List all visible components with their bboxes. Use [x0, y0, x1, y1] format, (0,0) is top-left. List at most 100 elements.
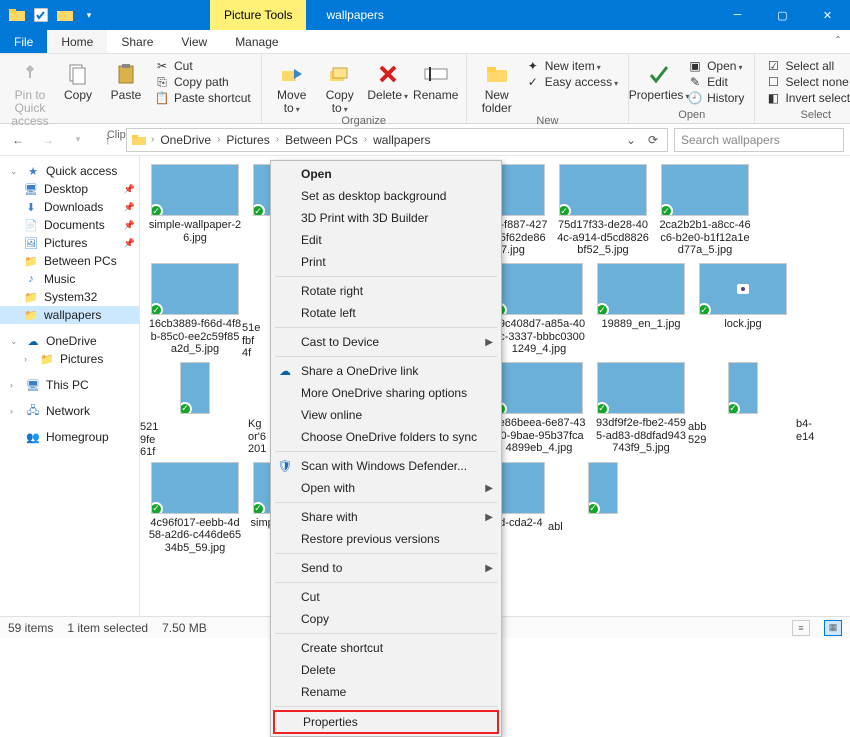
tab-file[interactable]: File	[0, 30, 47, 53]
search-input[interactable]: Search wallpapers	[674, 128, 844, 152]
cm-rotate-left[interactable]: Rotate left	[271, 302, 501, 324]
move-to-button[interactable]: Move to	[270, 58, 314, 115]
file-item[interactable]: ✓9e86beea-6e87-4370-9bae-95b37fca4899eb_…	[492, 362, 586, 456]
forward-button[interactable]: →	[36, 128, 60, 152]
tab-home[interactable]: Home	[47, 30, 107, 53]
sidebar-item-documents[interactable]: 📄Documents📌	[0, 216, 139, 234]
easy-access-button[interactable]: ✓Easy access	[523, 74, 620, 90]
refresh-icon[interactable]: ⟳	[643, 133, 663, 147]
details-view-toggle[interactable]: ≡	[792, 620, 810, 636]
sidebar-item-homegroup[interactable]: 👥Homegroup	[0, 428, 139, 446]
sidebar-item-downloads[interactable]: ⬇Downloads📌	[0, 198, 139, 216]
sidebar-item-quick-access[interactable]: ⌄★Quick access	[0, 162, 139, 180]
breadcrumb-dropdown-icon[interactable]: ⌄	[621, 133, 641, 147]
file-item[interactable]: ✓16cb3889-f66d-4f8b-85c0-ee2c59f85a2d_5.…	[148, 263, 242, 356]
sidebar-item-music[interactable]: ♪Music	[0, 270, 139, 288]
qat-dropdown-icon[interactable]: ▾	[78, 4, 100, 26]
file-item[interactable]: ✓simple-wallpaper-26.jpg	[148, 164, 242, 257]
file-item[interactable]: ✓75d17f33-de28-404c-a914-d5cd8826bf52_5.…	[556, 164, 650, 257]
select-all-button[interactable]: ☑Select all	[763, 58, 850, 74]
cm-share-onedrive-link[interactable]: ☁Share a OneDrive link	[271, 360, 501, 382]
cm-rename[interactable]: Rename	[271, 681, 501, 703]
file-item[interactable]: ✓93df9f2e-fbe2-4595-ad83-d8dfad943743f9_…	[594, 362, 688, 456]
sidebar-item-between-pcs[interactable]: 📁Between PCs	[0, 252, 139, 270]
breadcrumb-between-pcs[interactable]: Between PCs	[283, 133, 360, 147]
rename-button[interactable]: Rename	[414, 58, 458, 102]
cm-print[interactable]: Print	[271, 251, 501, 273]
select-none-button[interactable]: ☐Select none	[763, 74, 850, 90]
cut-button[interactable]: ✂Cut	[152, 58, 253, 74]
sidebar-item-network[interactable]: ›🖧Network	[0, 402, 139, 420]
file-item[interactable]: ✓521 9fe 61f	[148, 362, 242, 456]
new-folder-button[interactable]: New folder	[475, 58, 519, 115]
tab-view[interactable]: View	[167, 30, 221, 53]
cm-choose-onedrive-folders[interactable]: Choose OneDrive folders to sync	[271, 426, 501, 448]
pin-to-quick-access-button[interactable]: Pin to Quick access	[8, 58, 52, 129]
copy-path-button[interactable]: ⎘Copy path	[152, 74, 253, 90]
file-item[interactable]: b4- e14	[798, 362, 828, 456]
sidebar-item-od-pictures[interactable]: ›📁Pictures	[0, 350, 139, 368]
breadcrumb[interactable]: › OneDrive› Pictures› Between PCs› wallp…	[126, 128, 668, 152]
cm-view-online[interactable]: View online	[271, 404, 501, 426]
sidebar-item-wallpapers[interactable]: 📁wallpapers	[0, 306, 139, 324]
new-item-icon: ✦	[525, 59, 541, 73]
properties-button[interactable]: Properties	[637, 58, 681, 102]
tab-share[interactable]: Share	[107, 30, 167, 53]
file-item[interactable]: ✓abl	[556, 462, 650, 555]
sidebar-item-onedrive[interactable]: ⌄☁OneDrive	[0, 332, 139, 350]
paste-shortcut-button[interactable]: 📋Paste shortcut	[152, 90, 253, 106]
paste-button[interactable]: Paste	[104, 58, 148, 102]
recent-locations-dropdown[interactable]: ▾	[66, 128, 90, 152]
cm-open[interactable]: Open	[271, 163, 501, 185]
cm-cut[interactable]: Cut	[271, 586, 501, 608]
ribbon-collapse-icon[interactable]: ˆ	[826, 30, 850, 53]
cm-copy[interactable]: Copy	[271, 608, 501, 630]
properties-icon[interactable]	[30, 4, 52, 26]
tab-manage[interactable]: Manage	[221, 30, 292, 53]
sidebar-item-pictures[interactable]: 🖼Pictures📌	[0, 234, 139, 252]
cm-share-with[interactable]: Share with▶	[271, 506, 501, 528]
new-item-button[interactable]: ✦New item	[523, 58, 620, 74]
cm-delete[interactable]: Delete	[271, 659, 501, 681]
cm-rotate-right[interactable]: Rotate right	[271, 280, 501, 302]
invert-selection-button[interactable]: ◧Invert selection	[763, 90, 850, 106]
sidebar-item-system32[interactable]: 📁System32	[0, 288, 139, 306]
thumbnail-view-toggle[interactable]: ▦	[824, 620, 842, 636]
window-title: wallpapers	[326, 8, 383, 22]
cm-set-desktop-background[interactable]: Set as desktop background	[271, 185, 501, 207]
cm-3d-print[interactable]: 3D Print with 3D Builder	[271, 207, 501, 229]
edit-button[interactable]: ✎Edit	[685, 74, 746, 90]
breadcrumb-wallpapers[interactable]: wallpapers	[371, 133, 432, 147]
cm-create-shortcut[interactable]: Create shortcut	[271, 637, 501, 659]
close-button[interactable]: ✕	[805, 0, 850, 30]
copy-button[interactable]: Copy	[56, 58, 100, 102]
cm-send-to[interactable]: Send to▶	[271, 557, 501, 579]
cm-edit[interactable]: Edit	[271, 229, 501, 251]
cm-open-with[interactable]: Open with▶	[271, 477, 501, 499]
file-item[interactable]: ✓59c408d7-a85a-408c-3337-bbbc03001249_4.…	[492, 263, 586, 356]
file-item[interactable]: ✓abb 529	[696, 362, 790, 456]
file-item[interactable]: ✓lock.jpg	[696, 263, 790, 356]
file-item[interactable]: ✓4c96f017-eebb-4d58-a2d6-c446de6534b5_59…	[148, 462, 242, 555]
new-folder-icon[interactable]	[54, 4, 76, 26]
back-button[interactable]: ←	[6, 128, 30, 152]
breadcrumb-pictures[interactable]: Pictures	[224, 133, 271, 147]
delete-button[interactable]: Delete	[366, 58, 410, 102]
sidebar-item-desktop[interactable]: 🖥Desktop📌	[0, 180, 139, 198]
open-dropdown-button[interactable]: ▣Open	[685, 58, 746, 74]
up-button[interactable]: ↑	[96, 128, 120, 152]
minimize-button[interactable]: ─	[715, 0, 760, 30]
cm-more-onedrive-sharing[interactable]: More OneDrive sharing options	[271, 382, 501, 404]
sidebar-item-this-pc[interactable]: ›🖥This PC	[0, 376, 139, 394]
cm-restore-previous-versions[interactable]: Restore previous versions	[271, 528, 501, 550]
maximize-button[interactable]: ▢	[760, 0, 805, 30]
file-item[interactable]: ✓2ca2b2b1-a8cc-46c6-b2e0-b1f12a1ed77a_5.…	[658, 164, 752, 257]
history-button[interactable]: 🕘History	[685, 90, 746, 106]
breadcrumb-onedrive[interactable]: OneDrive	[158, 133, 213, 147]
file-item[interactable]: ✓19889_en_1.jpg	[594, 263, 688, 356]
cm-cast-to-device[interactable]: Cast to Device▶	[271, 331, 501, 353]
contextual-tab-picture-tools[interactable]: Picture Tools	[210, 0, 306, 30]
copy-to-button[interactable]: Copy to	[318, 58, 362, 115]
cm-properties[interactable]: Properties	[273, 710, 499, 734]
cm-scan-defender[interactable]: 🛡Scan with Windows Defender...	[271, 455, 501, 477]
